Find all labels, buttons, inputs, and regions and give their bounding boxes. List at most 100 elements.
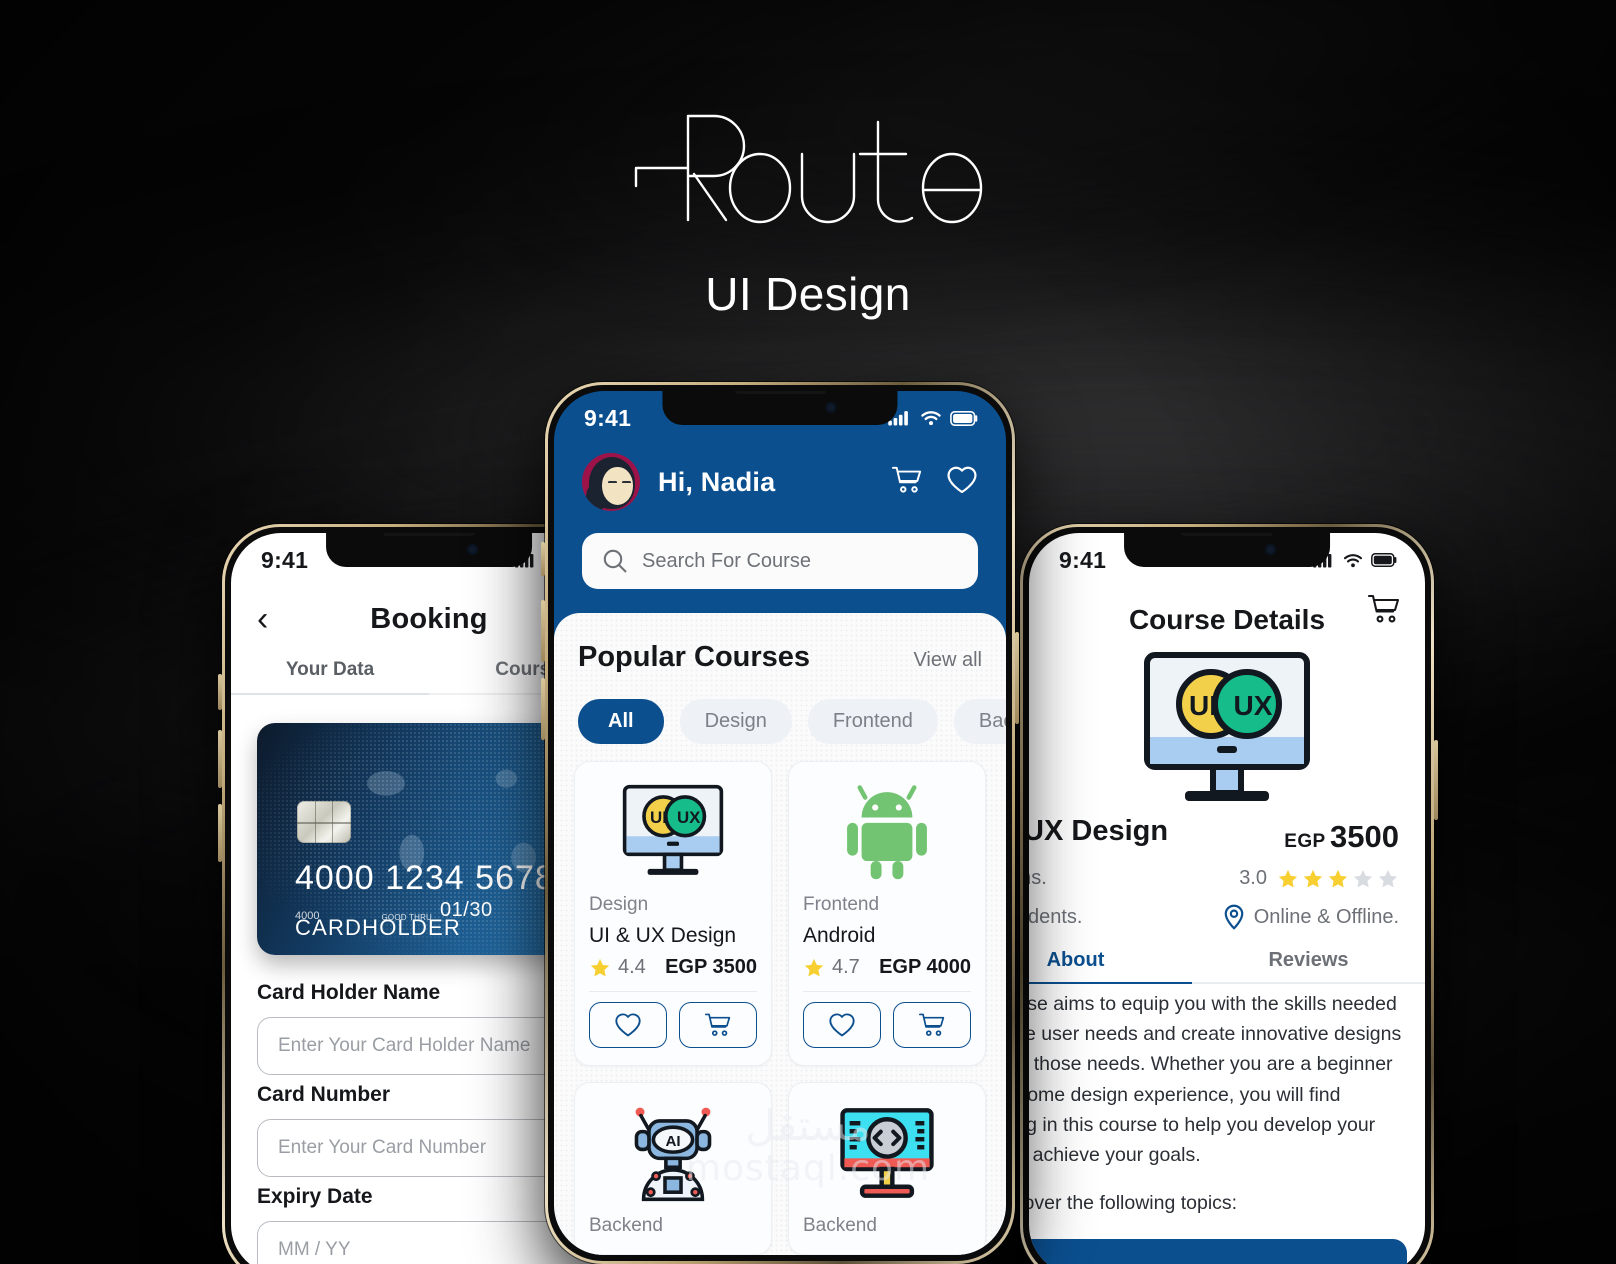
heart-icon <box>829 1013 855 1037</box>
tab-about[interactable]: About <box>1029 949 1192 984</box>
star-filled-icon <box>1328 869 1348 887</box>
course-thumbnail: AI <box>589 1099 757 1207</box>
volume-up-button[interactable] <box>218 730 222 788</box>
chip-design[interactable]: Design <box>679 699 792 744</box>
volume-down-button[interactable] <box>218 804 222 862</box>
course-category: Design <box>589 894 649 915</box>
course-name: Android <box>803 924 876 947</box>
greeting-text: Hi, Nadia <box>658 466 776 497</box>
course-price: EGP 4000 <box>879 956 971 978</box>
section-header: Popular Courses View all <box>578 641 982 674</box>
course-thumbnail <box>803 778 971 886</box>
book-now-button[interactable] <box>1029 1239 1407 1264</box>
cart-icon <box>918 1013 945 1036</box>
popular-courses-sheet: Popular Courses View all All Design Fron… <box>554 613 1006 1255</box>
favorite-button[interactable] <box>589 1002 667 1048</box>
course-price: EGP 3500 <box>1284 819 1399 855</box>
cart-icon <box>704 1013 731 1036</box>
course-card[interactable]: AI Backend <box>574 1082 772 1255</box>
add-to-cart-button[interactable] <box>893 1002 971 1048</box>
course-card[interactable]: UI UX Design UI & UX Design 4.4 EGP 3500 <box>574 761 772 1066</box>
course-rating: 4.4 <box>589 956 646 979</box>
rating-value: 4.4 <box>618 956 646 978</box>
brand-header: UI Design <box>0 108 1616 321</box>
front-camera <box>1265 544 1277 555</box>
svg-text:AI: AI <box>665 1133 680 1150</box>
view-all-link[interactable]: View all <box>913 649 982 672</box>
course-price: EGP 3500 <box>665 956 757 978</box>
course-mode: Online & Offline. <box>1253 905 1399 928</box>
course-category: Frontend <box>803 894 880 915</box>
course-meta: 3 Months. 3.0 200 Students. <box>1029 867 1399 944</box>
add-to-cart-button[interactable] <box>679 1002 757 1048</box>
power-button[interactable] <box>1434 740 1438 820</box>
favorite-button[interactable] <box>803 1002 881 1048</box>
phone-course-details: 9:41 Course Details UI UX UX Design EGP … <box>1020 524 1438 1264</box>
home-user-row: Hi, Nadia <box>582 453 978 511</box>
rating-value: 4.7 <box>832 956 860 978</box>
course-category: Backend <box>803 1215 877 1236</box>
earpiece-speaker <box>383 533 475 536</box>
code-monitor-icon <box>840 1108 934 1198</box>
brand-subtitle: UI Design <box>705 268 911 320</box>
course-thumbnail: UI UX <box>589 778 757 886</box>
ui-ux-monitor-icon: UI UX <box>622 784 724 875</box>
cart-icon[interactable] <box>1367 593 1401 630</box>
android-robot-icon <box>847 785 927 880</box>
card-chip-icon <box>297 801 351 843</box>
course-hero-image: UI UX <box>1029 651 1425 809</box>
divider <box>803 991 971 992</box>
about-content: This course aims to equip you with the s… <box>1029 989 1411 1264</box>
phone-notch <box>662 391 898 425</box>
volume-down-button[interactable] <box>541 678 545 740</box>
rating-value: 3.0 <box>1239 867 1267 889</box>
route-logo <box>628 108 988 228</box>
chip-frontend[interactable]: Frontend <box>807 699 938 744</box>
currency-label: EGP <box>1284 831 1326 852</box>
volume-up-button[interactable] <box>541 600 545 662</box>
course-category: Backend <box>589 1215 663 1236</box>
heart-icon[interactable] <box>946 465 978 500</box>
battery-icon <box>1371 553 1397 567</box>
mute-switch[interactable] <box>541 542 545 576</box>
tab-your-data[interactable]: Your Data <box>231 659 429 695</box>
tab-reviews[interactable]: Reviews <box>1192 949 1425 984</box>
phone-notch <box>326 533 532 567</box>
heart-icon <box>615 1013 641 1037</box>
star-filled-icon <box>804 958 824 976</box>
front-camera <box>825 402 837 413</box>
star-empty-icon <box>1378 869 1398 887</box>
star-filled-icon <box>590 958 610 976</box>
about-paragraph: This course aims to equip you with the s… <box>1029 993 1402 1167</box>
page-title: Course Details <box>1128 604 1326 635</box>
divider <box>589 991 757 992</box>
course-card[interactable]: Backend <box>788 1082 986 1255</box>
course-card[interactable]: Frontend Android 4.7 EGP 4000 <box>788 761 986 1066</box>
course-name: UI & UX Design <box>589 924 737 947</box>
details-tabs: About Reviews <box>1029 949 1425 984</box>
about-topics-intro: We will cover the following topics: <box>1029 1192 1238 1215</box>
svg-text:UX: UX <box>1234 690 1273 721</box>
cart-icon[interactable] <box>890 465 924 500</box>
course-details-screen: 9:41 Course Details UI UX UX Design EGP … <box>1029 533 1425 1264</box>
search-input[interactable]: Search For Course <box>642 550 811 573</box>
course-thumbnail <box>803 1099 971 1207</box>
course-rating: 4.7 <box>803 956 860 979</box>
ai-robot-icon: AI <box>634 1107 712 1202</box>
svg-text:UI: UI <box>1189 690 1217 721</box>
chip-all[interactable]: All <box>578 699 664 744</box>
mute-switch[interactable] <box>218 674 222 710</box>
wifi-icon <box>1343 553 1363 567</box>
ui-ux-monitor-icon: UI UX <box>1144 652 1310 801</box>
front-camera <box>467 544 479 555</box>
search-bar[interactable]: Search For Course <box>582 533 978 589</box>
status-time: 9:41 <box>584 404 632 431</box>
svg-text:UI: UI <box>650 808 667 827</box>
rating-stars <box>1277 868 1399 890</box>
battery-icon <box>950 410 978 426</box>
chip-backend[interactable]: Backend <box>953 699 1006 744</box>
home-screen: 9:41 Hi, Nadia Search For Course Popular… <box>554 391 1006 1255</box>
user-avatar[interactable] <box>582 453 640 511</box>
card-holder-name: CARDHOLDER <box>295 915 462 940</box>
power-button[interactable] <box>1015 632 1019 724</box>
